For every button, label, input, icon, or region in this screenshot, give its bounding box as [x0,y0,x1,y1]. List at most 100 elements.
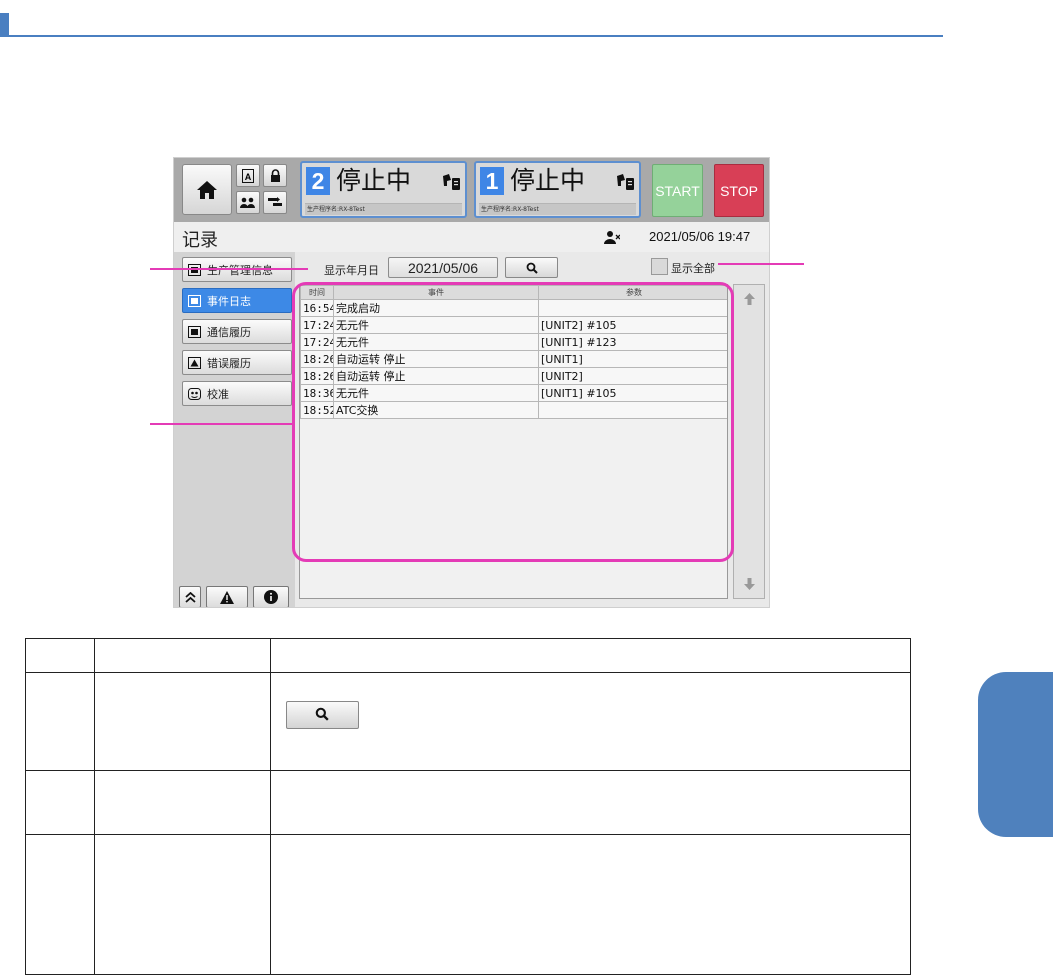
calibration-icon [188,387,201,400]
cell-event: 完成启动 [333,299,539,317]
cell-event: 无元件 [333,316,539,334]
cell-time: 18:52:55 [300,401,334,419]
nav-comm-history[interactable]: 通信履历 [182,319,292,344]
table-row[interactable]: 17:24:21 无元件 [UNIT2] #105 [300,316,727,334]
desc-row [25,672,912,771]
machine-clipboard-icon [443,174,460,190]
desc-row [25,834,912,975]
alarm-button[interactable] [206,586,248,607]
unit-status: 停止中 [336,166,412,195]
nav-label: 校准 [207,387,229,401]
machine-clipboard-icon [617,174,634,190]
nav-calibration[interactable]: 校准 [182,381,292,406]
table-scrollbar[interactable] [733,284,765,599]
date-filter-label: 显示年月日 [324,264,379,277]
cell-params [538,401,727,419]
nav-error-history[interactable]: 错误履历 [182,350,292,375]
title-bar: 记录 2021/05/06 19:47 [174,222,769,252]
stop-button[interactable]: STOP [714,164,764,217]
scroll-down-button[interactable] [734,570,764,598]
column-header-time[interactable]: 时间 [300,285,334,300]
search-button[interactable] [505,257,558,278]
auto-mode-icon: A [242,168,254,183]
cell-time: 18:36:24 [300,384,334,402]
info-icon [264,590,278,604]
warning-icon [220,590,234,604]
user-icon [604,231,620,244]
callout-line-show-all [718,263,804,265]
desc-cell [93,834,271,975]
unit-number: 1 [480,167,504,195]
left-nav: 生产管理信息 事件日志 通信履历 错误履历 校准 [174,252,295,607]
table-row[interactable]: 18:26:57 自动运转 停止 [UNIT1] [300,350,727,368]
cell-params: [UNIT1] #123 [538,333,727,351]
desc-cell [25,638,95,673]
column-header-params[interactable]: 参数 [538,285,727,300]
nav-label: 错误履历 [207,356,251,370]
header-rule [9,35,943,37]
home-button[interactable] [182,164,232,215]
desc-cell [25,834,95,975]
unit-1-panel[interactable]: 1 停止中 生产程序名:RX-8Test [474,161,641,218]
program-name: 生产程序名:RX-8Test [305,203,462,215]
transfer-button[interactable] [263,191,287,214]
date-field[interactable]: 2021/05/06 [388,257,498,278]
table-row[interactable]: 17:24:39 无元件 [UNIT1] #123 [300,333,727,351]
cell-time: 17:24:21 [300,316,334,334]
cell-time: 18:26:57 [300,367,334,385]
callout-line-filter [150,268,308,270]
nav-label: 事件日志 [207,294,251,308]
top-toolbar: A 2 停止中 生产程序名:RX-8Test 1 停止中 生产程序名:RX-8T… [174,158,769,222]
table-row[interactable]: 18:52:55 ATC交换 [300,401,727,419]
table-row[interactable]: 18:36:24 无元件 [UNIT1] #105 [300,384,727,402]
search-icon [526,262,538,274]
event-log-icon [188,294,201,307]
arrow-up-icon [743,293,755,305]
users-button[interactable] [236,191,260,214]
cell-event: ATC交换 [333,401,539,419]
desc-cell [93,672,271,771]
search-icon [315,707,329,721]
cell-time: 18:26:57 [300,350,334,368]
info-button[interactable] [253,586,289,607]
manual-page: A 2 停止中 生产程序名:RX-8Test 1 停止中 生产程序名:RX-8T… [0,0,1053,979]
start-button[interactable]: START [652,164,703,217]
description-table [25,638,912,975]
cell-event: 自动运转 停止 [333,350,539,368]
cell-event: 无元件 [333,384,539,402]
desc-cell [269,770,912,835]
show-all-label: 显示全部 [671,262,715,275]
desc-cell [269,638,912,673]
unit-2-panel[interactable]: 2 停止中 生产程序名:RX-8Test [300,161,467,218]
desc-cell [93,770,271,835]
cell-time: 16:54:21 [300,299,334,317]
arrow-down-icon [743,578,755,590]
comm-history-icon [188,325,201,338]
lock-button[interactable] [263,164,287,187]
cell-params: [UNIT1] #105 [538,384,727,402]
table-row[interactable]: 16:54:21 完成启动 [300,299,727,317]
callout-line-table [150,423,293,425]
clock: 2021/05/06 19:47 [649,229,751,244]
table-row[interactable]: 18:26:57 自动运转 停止 [UNIT2] [300,367,727,385]
chapter-tab [978,672,1053,837]
desc-header-row [25,638,912,673]
desc-cell [269,672,912,771]
lock-icon [270,169,280,182]
desc-row [25,770,912,835]
unit-status: 停止中 [510,166,586,195]
transfer-icon [268,197,282,206]
scroll-top-button[interactable] [179,586,201,607]
cell-event: 无元件 [333,333,539,351]
cell-params: [UNIT2] [538,367,727,385]
nav-event-log[interactable]: 事件日志 [182,288,292,313]
auto-mode-button[interactable]: A [236,164,260,187]
scroll-up-button[interactable] [734,285,764,313]
cell-event: 自动运转 停止 [333,367,539,385]
nav-label: 通信履历 [207,325,251,339]
show-all-checkbox[interactable] [651,258,668,275]
column-header-event[interactable]: 事件 [333,285,539,300]
cell-params: [UNIT1] [538,350,727,368]
cell-params [538,299,727,317]
program-name: 生产程序名:RX-8Test [479,203,636,215]
